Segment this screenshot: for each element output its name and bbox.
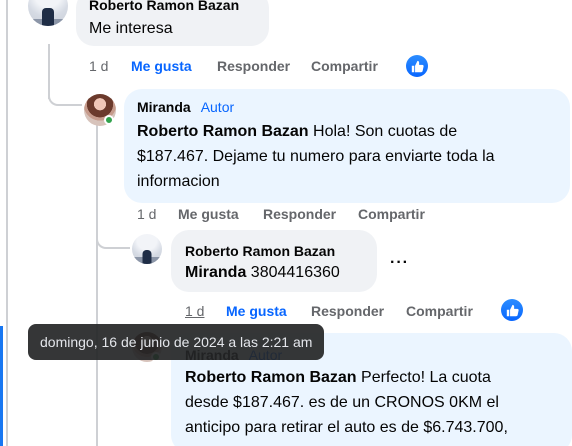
online-status-dot (104, 115, 114, 125)
thumbs-up-icon (506, 304, 519, 316)
like-button[interactable]: Me gusta (131, 56, 192, 76)
comment-text-line: informacion (137, 173, 220, 190)
comment-author-name[interactable]: Miranda (137, 99, 191, 115)
share-button[interactable]: Compartir (406, 301, 473, 321)
comment-author[interactable]: Roberto Ramon Bazan (185, 242, 335, 260)
thread-line-level2 (96, 120, 98, 446)
share-button[interactable]: Compartir (311, 56, 378, 76)
like-button[interactable]: Me gusta (226, 301, 287, 321)
comment-text: Roberto Ramon Bazan Hola! Son cuotas de … (137, 119, 562, 194)
comment-text-line: Roberto Ramon Bazan Perfecto! La cuota (185, 369, 491, 386)
avatar[interactable] (132, 234, 162, 264)
like-reaction-icon[interactable] (406, 55, 428, 77)
like-reaction-icon[interactable] (501, 299, 523, 321)
comment-author: Miranda Autor (137, 98, 234, 116)
comment-bubble: Miranda Autor Roberto Ramon Bazan Hola! S… (124, 89, 570, 203)
thread-curve-level1 (48, 84, 82, 106)
comment-text: Roberto Ramon Bazan Perfecto! La cuota d… (185, 365, 570, 440)
author-badge: Autor (200, 99, 235, 115)
reply-button[interactable]: Responder (311, 301, 384, 321)
share-button[interactable]: Compartir (358, 204, 425, 224)
thread-curve-level2 (96, 225, 130, 249)
highlight-indicator (0, 326, 3, 446)
thread-line-main (6, 0, 8, 446)
comment-author[interactable]: Roberto Ramon Bazan (89, 0, 239, 14)
more-options-icon[interactable]: ··· (390, 255, 409, 271)
comment-text-line: $187.467. Dejame tu numero para enviarte… (137, 148, 495, 165)
comment-time[interactable]: 1 d (185, 301, 204, 321)
avatar[interactable] (28, 0, 68, 26)
comment-text-line: anticipo para retirar el auto es de $6.7… (185, 419, 508, 436)
mention-link[interactable]: Roberto Ramon Bazan (137, 123, 309, 140)
reply-button[interactable]: Responder (263, 204, 336, 224)
comment-time[interactable]: 1 d (89, 56, 108, 76)
mention-link[interactable]: Roberto Ramon Bazan (185, 369, 357, 386)
mention-link[interactable]: Miranda (185, 264, 246, 281)
comment-text-line: Roberto Ramon Bazan Hola! Son cuotas de (137, 123, 458, 140)
comment-bubble: Roberto Ramon Bazan Miranda 3804416360 (171, 230, 377, 292)
comment-text-line: desde $187.467. es de un CRONOS 0KM el (185, 394, 499, 411)
like-button[interactable]: Me gusta (178, 204, 239, 224)
timestamp-tooltip: domingo, 16 de junio de 2024 a las 2:21 … (28, 324, 325, 360)
comment-text: Me interesa (89, 20, 173, 37)
comment-text: Miranda 3804416360 (185, 264, 340, 281)
comment-actions: 1 d Me gusta Responder Compartir (185, 301, 525, 321)
comment-actions: 1 d Me gusta Responder Compartir (137, 204, 477, 224)
reply-button[interactable]: Responder (217, 56, 290, 76)
thumbs-up-icon (411, 60, 424, 72)
comment-time[interactable]: 1 d (137, 204, 156, 224)
comment-bubble: Roberto Ramon Bazan Me interesa (76, 0, 269, 46)
comment-actions: 1 d Me gusta Responder Compartir (89, 56, 429, 76)
